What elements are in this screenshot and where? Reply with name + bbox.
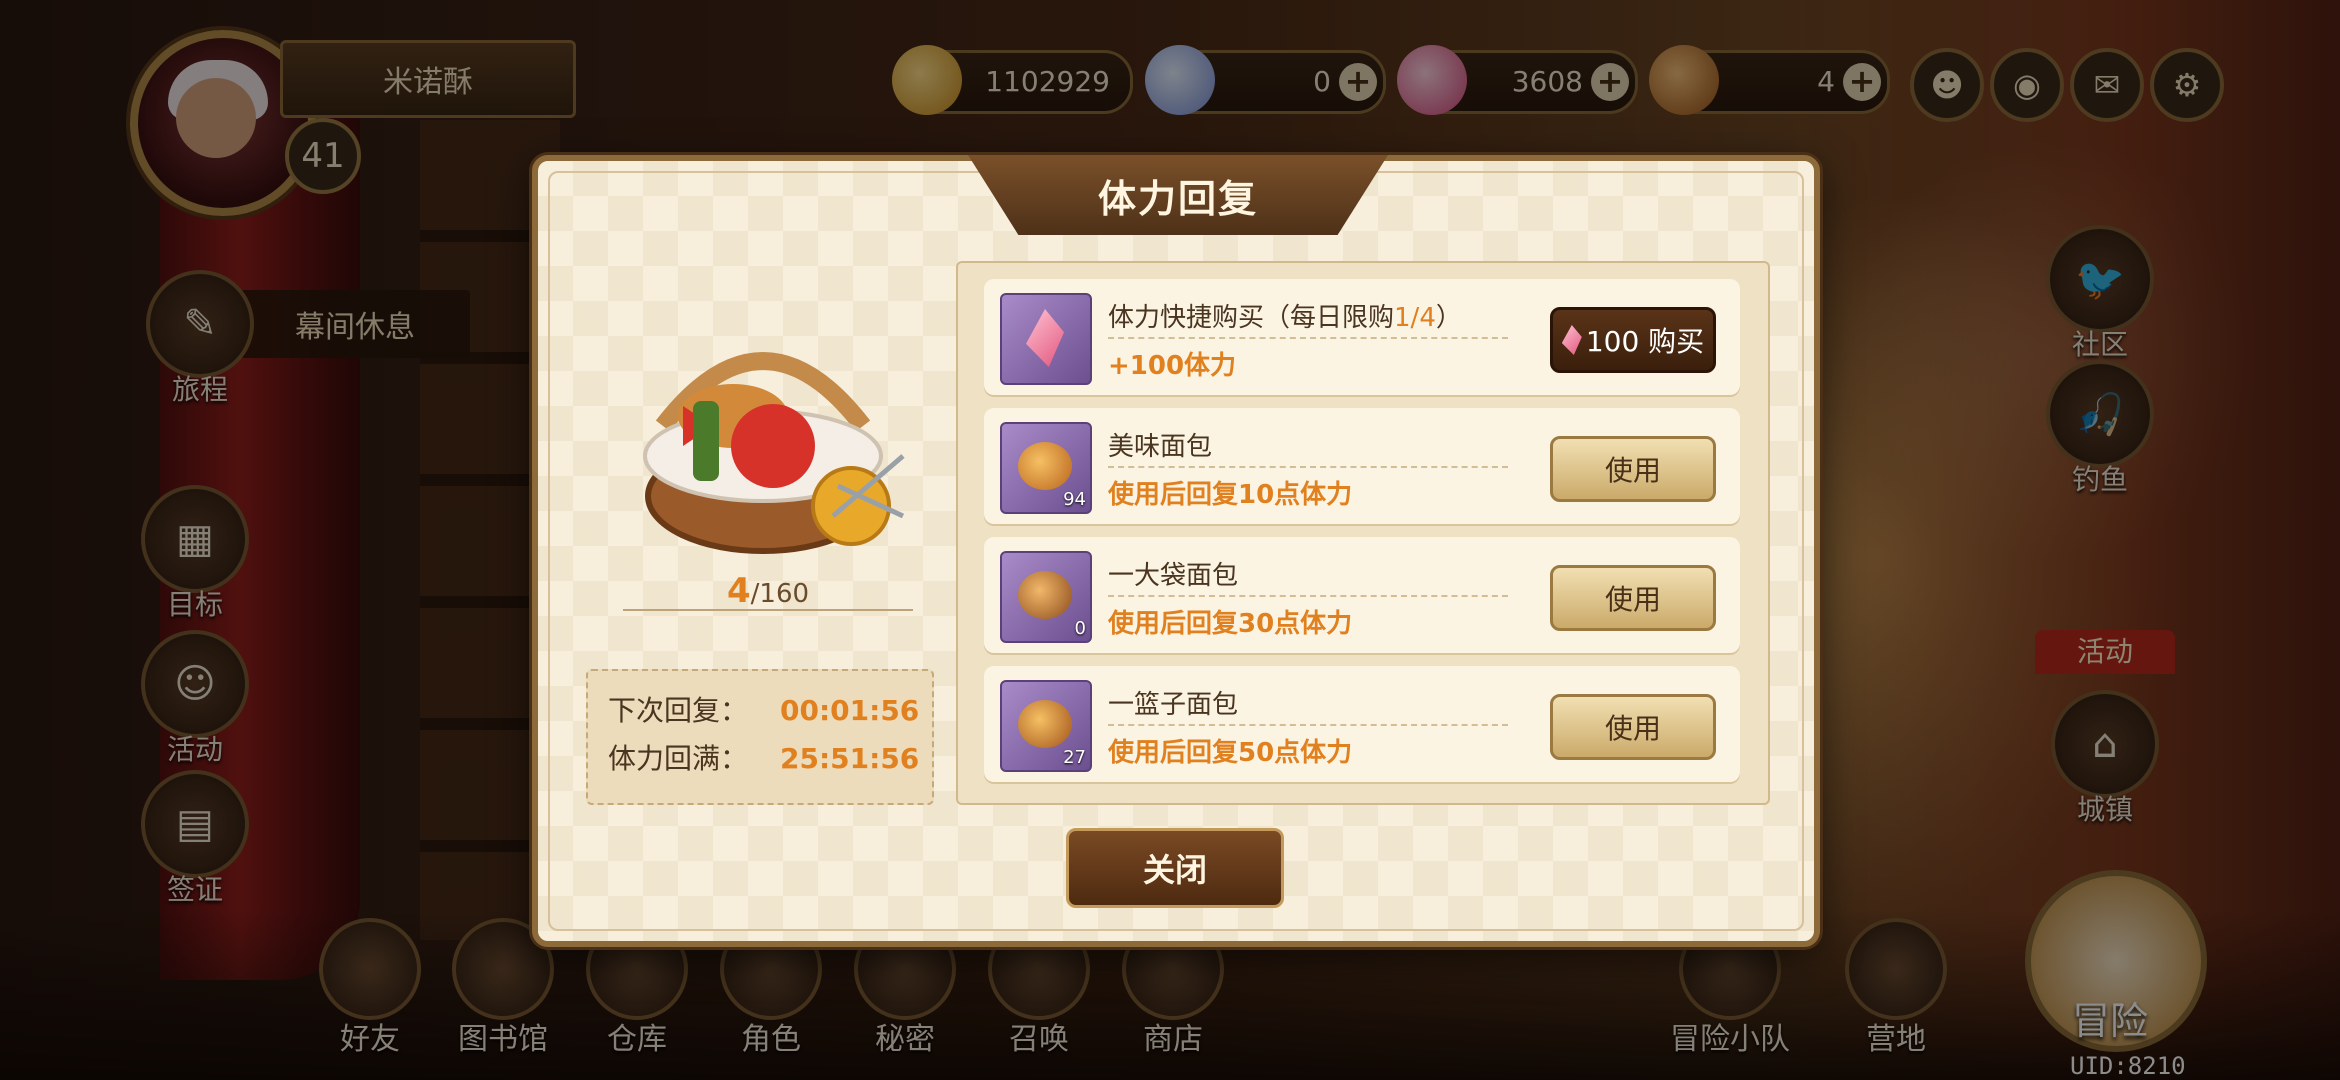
stamina-counter: 4/160 — [618, 571, 918, 611]
recovery-item-list: 体力快捷购买（每日限购1/4） +100体力 100 购买 94 美味面包 使用… — [956, 261, 1770, 805]
recovery-timer-box: 下次回复： 00:01:56 体力回满： 25:51:56 — [586, 669, 934, 805]
full-recovery-row: 体力回满： 25:51:56 — [608, 737, 928, 781]
crystal-icon — [1561, 325, 1582, 355]
buy-label: 100 购买 — [1585, 325, 1705, 358]
list-item: 0 一大袋面包 使用后回复30点体力 使用 — [984, 537, 1740, 653]
item-quantity: 27 — [1063, 747, 1086, 768]
bread-plate-icon: 94 — [1000, 422, 1092, 514]
divider — [1108, 724, 1508, 726]
item-description: +100体力 — [1108, 351, 1237, 381]
item-description: 使用后回复30点体力 — [1108, 609, 1353, 639]
stamina-max: /160 — [750, 579, 810, 609]
use-button[interactable]: 使用 — [1550, 436, 1716, 502]
divider — [1108, 595, 1508, 597]
next-recovery-label: 下次回复： — [608, 694, 749, 727]
use-button[interactable]: 使用 — [1550, 694, 1716, 760]
use-button[interactable]: 使用 — [1550, 565, 1716, 631]
bread-bag-icon: 0 — [1000, 551, 1092, 643]
pink-crystal-icon — [1000, 293, 1092, 385]
food-basket-icon — [643, 352, 905, 554]
divider — [1108, 337, 1508, 339]
item-title: 美味面包 — [1108, 432, 1213, 462]
full-recovery-label: 体力回满： — [608, 742, 749, 775]
close-button[interactable]: 关闭 — [1066, 828, 1284, 908]
bread-basket-icon: 27 — [1000, 680, 1092, 772]
dialog-title: 体力回复 — [968, 155, 1388, 235]
item-quantity: 94 — [1063, 489, 1086, 510]
item-quantity: 0 — [1074, 618, 1086, 639]
stamina-recovery-dialog: 体力回复 4/160 下次回复： 00:01:56 体力回满： 25:51:56… — [532, 155, 1820, 947]
divider — [1108, 466, 1508, 468]
item-title: 一大袋面包 — [1108, 561, 1239, 591]
divider — [623, 609, 913, 611]
stamina-current: 4 — [726, 571, 751, 611]
list-item: 27 一篮子面包 使用后回复50点体力 使用 — [984, 666, 1740, 782]
full-recovery-time: 25:51:56 — [780, 742, 920, 775]
item-title: 一篮子面包 — [1108, 690, 1239, 720]
item-description: 使用后回复10点体力 — [1108, 480, 1353, 510]
next-recovery-time: 00:01:56 — [780, 694, 920, 727]
item-title: 体力快捷购买（每日限购1/4） — [1108, 303, 1462, 333]
list-item: 94 美味面包 使用后回复10点体力 使用 — [984, 408, 1740, 524]
list-item: 体力快捷购买（每日限购1/4） +100体力 100 购买 — [984, 279, 1740, 395]
item-description: 使用后回复50点体力 — [1108, 738, 1353, 768]
buy-stamina-button[interactable]: 100 购买 — [1550, 307, 1716, 373]
next-recovery-row: 下次回复： 00:01:56 — [608, 689, 928, 733]
